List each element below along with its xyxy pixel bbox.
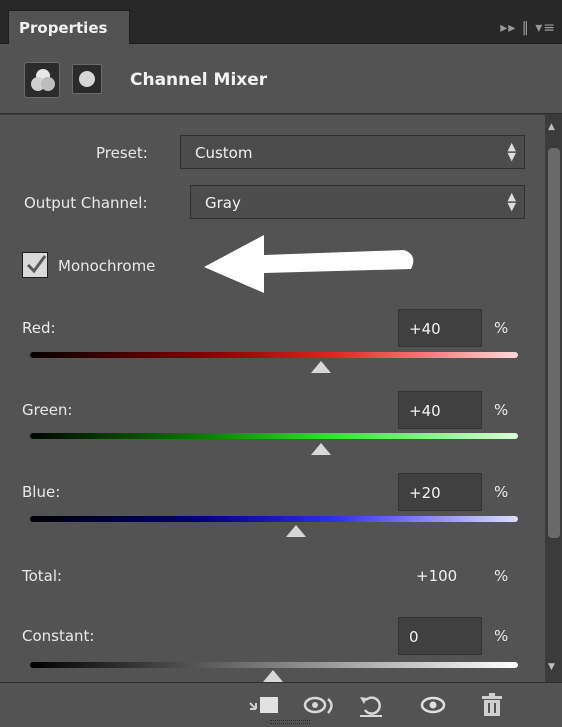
output-channel-dropdown[interactable]: Gray ▲ ▼ xyxy=(190,185,525,219)
green-unit: % xyxy=(494,401,509,419)
properties-header: Channel Mixer xyxy=(0,44,562,114)
scrollbar-thumb[interactable] xyxy=(548,148,560,538)
red-slider-track[interactable] xyxy=(30,352,518,358)
output-channel-label: Output Channel: xyxy=(24,194,148,212)
checkmark-icon xyxy=(26,255,47,274)
red-value-input[interactable]: +40 xyxy=(398,309,482,347)
green-value-input[interactable]: +40 xyxy=(398,391,482,429)
constant-unit: % xyxy=(494,627,509,645)
panel-menu-controls[interactable]: ▸▸ ‖ ▾≡ xyxy=(500,20,556,36)
total-label: Total: xyxy=(22,567,63,585)
green-label: Green: xyxy=(22,401,73,419)
monochrome-checkbox[interactable] xyxy=(22,252,48,278)
green-slider-thumb[interactable] xyxy=(311,443,331,455)
blue-value-input[interactable]: +20 xyxy=(398,473,482,511)
blue-unit: % xyxy=(494,483,509,501)
red-slider-thumb[interactable] xyxy=(311,361,331,373)
scroll-up-arrow-icon[interactable]: ▲ xyxy=(548,122,555,132)
constant-slider-track[interactable] xyxy=(30,662,518,668)
dropdown-arrows-icon: ▲ ▼ xyxy=(507,190,516,213)
green-slider-track[interactable] xyxy=(30,433,518,439)
total-unit: % xyxy=(494,567,509,585)
reset-icon[interactable] xyxy=(356,691,388,719)
constant-value-input[interactable]: 0 xyxy=(398,617,482,655)
monochrome-label: Monochrome xyxy=(58,257,156,275)
clip-to-layer-icon[interactable] xyxy=(248,691,282,719)
constant-label: Constant: xyxy=(22,627,95,645)
view-previous-state-icon[interactable] xyxy=(302,691,338,719)
output-channel-value: Gray xyxy=(205,194,241,212)
blue-slider-thumb[interactable] xyxy=(286,525,306,537)
adjustment-title: Channel Mixer xyxy=(130,70,268,90)
panel-resize-grip[interactable] xyxy=(270,720,310,724)
preset-label: Preset: xyxy=(96,144,148,162)
preset-value: Custom xyxy=(195,144,253,162)
layer-mask-icon[interactable] xyxy=(72,64,102,94)
red-unit: % xyxy=(494,319,509,337)
trash-icon[interactable] xyxy=(478,691,506,719)
tab-properties[interactable]: Properties xyxy=(8,10,130,44)
visibility-eye-icon[interactable] xyxy=(416,691,450,719)
dropdown-arrows-icon: ▲ ▼ xyxy=(507,140,516,163)
panel-tab-bar: Properties ▸▸ ‖ ▾≡ xyxy=(0,0,562,44)
blue-label: Blue: xyxy=(22,483,61,501)
properties-content: Preset: Custom ▲ ▼ Output Channel: Gray ▲… xyxy=(0,115,545,682)
red-label: Red: xyxy=(22,319,56,337)
preset-dropdown[interactable]: Custom ▲ ▼ xyxy=(180,135,525,169)
rgb-circles-icon[interactable] xyxy=(24,62,60,98)
annotation-arrow-icon xyxy=(204,235,414,293)
blue-slider-track[interactable] xyxy=(30,516,518,522)
constant-slider-thumb[interactable] xyxy=(263,670,283,682)
total-value: +100 xyxy=(416,567,458,585)
scroll-down-arrow-icon[interactable]: ▼ xyxy=(548,662,555,672)
